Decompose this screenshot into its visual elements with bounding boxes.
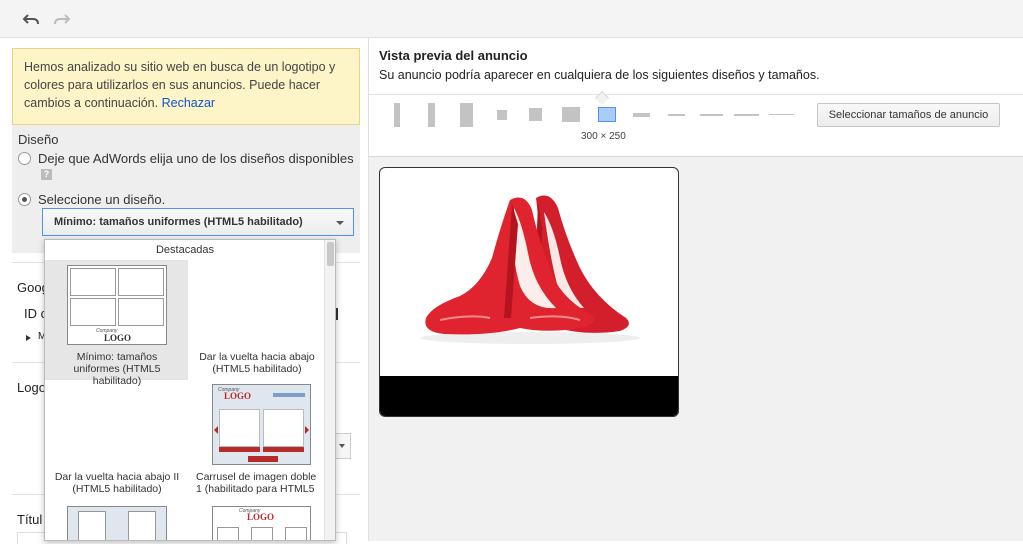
size-option[interactable] bbox=[769, 114, 794, 115]
design-option-flip-down[interactable]: Dar la vuelta hacia abajo (HTML5 habilit… bbox=[188, 260, 326, 380]
design-select-value: Mínimo: tamaños uniformes (HTML5 habilit… bbox=[54, 216, 303, 228]
design-option-label: Dar la vuelta hacia abajo (HTML5 habilit… bbox=[199, 351, 315, 375]
size-option[interactable] bbox=[734, 114, 759, 116]
ad-bottom-bar bbox=[380, 376, 678, 416]
chevron-down-icon bbox=[339, 444, 345, 448]
size-option[interactable] bbox=[529, 108, 542, 121]
dropdown-scrollbar[interactable] bbox=[324, 240, 335, 540]
design-option-label: Dar la vuelta hacia abajo II (HTML5 habi… bbox=[54, 471, 180, 495]
preview-header: Vista previa del anuncio Su anuncio podr… bbox=[369, 38, 1023, 94]
design-option-flip-down-2[interactable]: Dar la vuelta hacia abajo II (HTML5 habi… bbox=[45, 382, 188, 498]
logo-text: LOGO bbox=[247, 512, 275, 522]
manual-design-radio[interactable] bbox=[18, 193, 31, 206]
manual-design-label: Seleccione un diseño. bbox=[38, 192, 166, 207]
logo-section-label: Logo bbox=[17, 380, 46, 395]
toolbar bbox=[0, 0, 1023, 38]
chevron-down-icon bbox=[336, 221, 344, 225]
size-option[interactable] bbox=[668, 114, 685, 116]
red-high-heels-image bbox=[420, 195, 640, 344]
design-title: Diseño bbox=[18, 132, 59, 147]
reject-link[interactable]: Rechazar bbox=[162, 96, 216, 110]
carousel-thumbnail: Company LOGO bbox=[212, 384, 311, 465]
expand-arrow-icon[interactable] bbox=[26, 335, 31, 341]
size-option-selected[interactable] bbox=[598, 107, 616, 122]
title-section-label: Títul bbox=[17, 512, 43, 527]
selected-size-label: 300 × 250 bbox=[581, 131, 626, 142]
help-icon[interactable]: ? bbox=[41, 169, 52, 180]
size-option[interactable] bbox=[460, 103, 473, 127]
redo-icon[interactable] bbox=[53, 11, 71, 27]
design-dropdown: Destacadas Company LOGO Mínimo: tamaños … bbox=[44, 239, 336, 541]
design-option-minimal[interactable]: Company LOGO Mínimo: tamaños uniformes (… bbox=[45, 260, 188, 387]
logo-text: LOGO bbox=[104, 333, 132, 343]
design-thumbnail-partial[interactable]: Company LOGO bbox=[212, 506, 311, 540]
preview-subtitle: Su anuncio podría aparecer en cualquiera… bbox=[379, 68, 820, 82]
ad-size-strip: 300 × 250 Seleccionar tamaños de anuncio bbox=[369, 94, 1023, 157]
design-option-double-carousel[interactable]: Company LOGO Carrusel de imagen doble 1 … bbox=[188, 382, 326, 498]
preview-title: Vista previa del anuncio bbox=[379, 48, 528, 63]
design-select[interactable]: Mínimo: tamaños uniformes (HTML5 habilit… bbox=[42, 208, 354, 236]
ad-preview[interactable] bbox=[379, 167, 679, 417]
size-option[interactable] bbox=[394, 103, 400, 127]
size-option[interactable] bbox=[562, 107, 580, 122]
undo-icon[interactable] bbox=[22, 11, 40, 27]
logo-select-edge[interactable] bbox=[334, 433, 351, 459]
featured-header: Destacadas bbox=[155, 244, 215, 256]
size-option[interactable] bbox=[428, 103, 435, 127]
logo-analysis-notice: Hemos analizado su sitio web en busca de… bbox=[12, 48, 360, 125]
minimal-thumbnail: Company LOGO bbox=[67, 265, 167, 345]
logo-text: LOGO bbox=[224, 391, 252, 401]
size-option[interactable] bbox=[497, 110, 507, 120]
design-thumbnail-partial[interactable] bbox=[67, 506, 167, 540]
ad-preview-panel: Vista previa del anuncio Su anuncio podr… bbox=[369, 38, 1023, 541]
auto-design-label: Deje que AdWords elija uno de los diseño… bbox=[38, 151, 354, 166]
design-option-label: Carrusel de imagen doble 1 (habilitado p… bbox=[196, 471, 317, 495]
size-option[interactable] bbox=[700, 114, 723, 116]
scrollbar-thumb[interactable] bbox=[327, 242, 334, 266]
auto-design-radio[interactable] bbox=[18, 152, 31, 165]
design-section: Diseño Deje que AdWords elija uno de los… bbox=[12, 125, 360, 253]
select-ad-sizes-button[interactable]: Seleccionar tamaños de anuncio bbox=[817, 103, 1000, 127]
size-option[interactable] bbox=[633, 113, 650, 117]
